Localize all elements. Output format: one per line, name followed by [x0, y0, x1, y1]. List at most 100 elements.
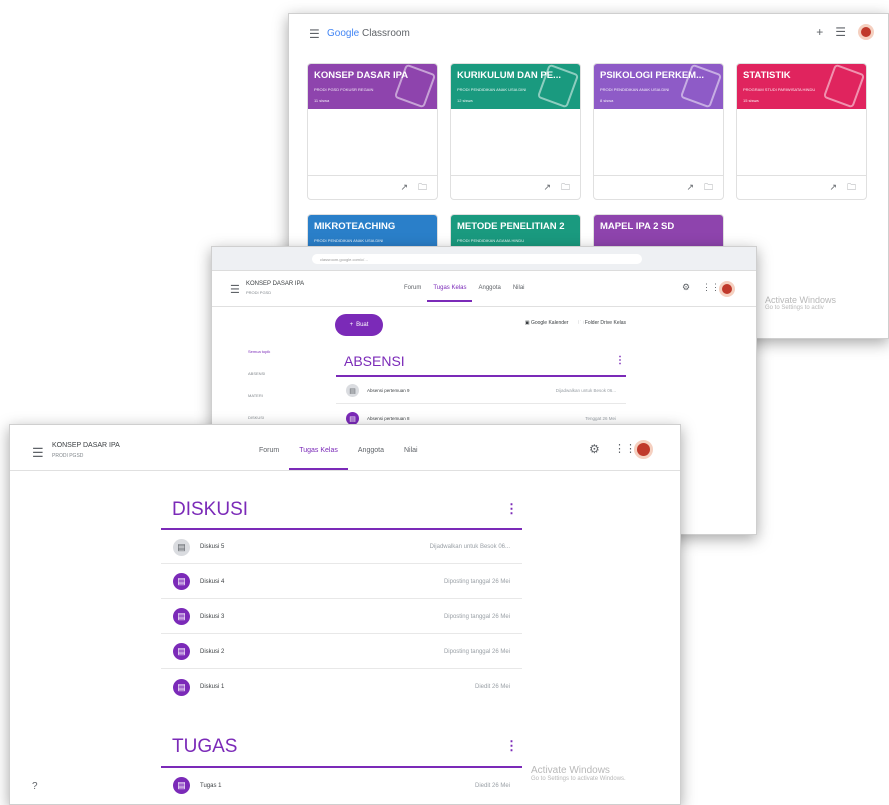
sidebar-item-all-topics[interactable]: Semua topik	[248, 349, 270, 354]
main-menu-icon[interactable]: ☰	[309, 27, 320, 41]
class-tabs: Forum Tugas Kelas Anggota Nilai	[249, 447, 428, 470]
watermark-subtitle: Go to Settings to activate Windows.	[531, 776, 626, 782]
class-header: ☰ KONSEP DASAR IPA PRODI PGSD Forum Tuga…	[212, 271, 756, 307]
google-calendar-link[interactable]: ▣ Google Kalender	[525, 320, 569, 328]
class-card-header: STATISTIK PROGRAM STUDI PARIWISATA HINDU…	[737, 64, 866, 109]
tab-nilai[interactable]: Nilai	[394, 447, 428, 454]
section-divider	[336, 375, 626, 377]
drive-folder-link[interactable]: 🗀 Folder Drive Kelas	[578, 320, 626, 328]
scheduled-post-icon: ▤	[173, 538, 190, 556]
trending-icon[interactable]: ↗	[543, 182, 551, 193]
class-card[interactable]: KURIKULUM DAN PE... PRODI PENDIDIKAN ANA…	[450, 63, 581, 200]
help-icon[interactable]: ?	[32, 781, 38, 792]
class-card-title[interactable]: MIKROTEACHING	[314, 221, 431, 232]
class-title[interactable]: KONSEP DASAR IPA	[246, 281, 304, 287]
top-bar: ☰ Google Classroom + ☰	[289, 14, 888, 54]
class-card[interactable]: KONSEP DASAR IPA PRODI PGSD FOKUSR REGAI…	[307, 63, 438, 200]
brand-classroom: Classroom	[359, 28, 410, 39]
calendar-label: Google Kalender	[530, 320, 569, 326]
class-card[interactable]: PSIKOLOGI PERKEM... PRODI PENDIDIKAN ANA…	[593, 63, 724, 200]
list-item[interactable]: ▤ Diskusi 1 Diedit 26 Mei	[161, 670, 522, 704]
item-label: Diskusi 3	[200, 613, 225, 620]
section-divider	[161, 766, 522, 768]
avatar[interactable]	[634, 440, 653, 459]
class-section: PRODI PGSD	[246, 290, 272, 295]
sidebar-item-diskusi[interactable]: DISKUSI	[248, 415, 264, 420]
class-card-header: PSIKOLOGI PERKEM... PRODI PENDIDIKAN ANA…	[594, 64, 723, 109]
main-menu-icon[interactable]: ☰	[32, 445, 44, 461]
address-bar[interactable]: classroom.google.com/c/…	[312, 254, 642, 264]
class-card[interactable]: STATISTIK PROGRAM STUDI PARIWISATA HINDU…	[736, 63, 867, 200]
class-card-title[interactable]: MAPEL IPA 2 SD	[600, 221, 717, 232]
list-item[interactable]: ▤ Diskusi 3 Diposting tanggal 26 Mei	[161, 600, 522, 634]
trending-icon[interactable]: ↗	[400, 182, 408, 193]
item-label: Tugas 1	[200, 782, 222, 789]
section-divider	[161, 528, 522, 530]
question-icon: ▤	[173, 643, 190, 660]
tab-tugas-kelas[interactable]: Tugas Kelas	[289, 447, 348, 470]
sidebar-item-absensi[interactable]: ABSENSI	[248, 371, 265, 376]
item-label: Diskusi 1	[200, 684, 225, 690]
item-label: Diskusi 5	[200, 544, 225, 550]
tab-nilai[interactable]: Nilai	[507, 285, 531, 291]
add-class-icon[interactable]: +	[816, 25, 823, 39]
list-item[interactable]: ▤ Tugas 1 Diedit 26 Mei	[161, 769, 522, 802]
item-status: Dijadwalkan untuk Besok 06...	[429, 544, 510, 550]
tab-anggota[interactable]: Anggota	[472, 285, 506, 291]
folder-icon[interactable]: 🗀	[561, 180, 570, 196]
settings-icon[interactable]: ⚙	[682, 282, 690, 293]
more-options-icon[interactable]: ⋮	[505, 501, 518, 517]
list-item[interactable]: ▤ Diskusi 5 Dijadwalkan untuk Besok 06..…	[161, 531, 522, 564]
folder-icon[interactable]: 🗀	[847, 180, 856, 196]
avatar[interactable]	[858, 24, 874, 40]
tab-forum[interactable]: Forum	[398, 285, 427, 291]
list-item[interactable]: ▤ Diskusi 4 Diposting tanggal 26 Mei	[161, 565, 522, 599]
item-label: Absensi pertemuan 9	[367, 388, 410, 393]
app-title[interactable]: Google Classroom	[327, 28, 410, 39]
item-status: Diedit 26 Mei	[474, 684, 510, 690]
section-title: ABSENSI	[344, 353, 405, 369]
class-card-subtitle: PRODI PENDIDIKAN AGAMA HINDU	[457, 238, 525, 243]
tab-tugas-kelas[interactable]: Tugas Kelas	[427, 285, 473, 302]
avatar[interactable]	[719, 281, 735, 297]
class-card-subtitle: PRODI PENDIDIKAN ANAK USIA DINI	[314, 238, 384, 243]
item-status: Diposting tanggal 26 Mei	[443, 613, 510, 620]
settings-icon[interactable]: ⚙	[589, 442, 600, 456]
tab-anggota[interactable]: Anggota	[348, 447, 394, 454]
class-card-header: KURIKULUM DAN PE... PRODI PENDIDIKAN ANA…	[451, 64, 580, 109]
class-card-title[interactable]: METODE PENELITIAN 2	[457, 221, 574, 232]
item-label: Diskusi 2	[200, 648, 225, 655]
watermark-title: Activate Windows	[765, 295, 837, 305]
item-status: Diposting tanggal 26 Mei	[443, 578, 510, 585]
more-options-icon[interactable]: ⋮	[615, 355, 625, 366]
apps-icon[interactable]: ⋮⋮	[702, 282, 720, 293]
section-title: DISKUSI	[172, 499, 249, 520]
apps-icon[interactable]: ☰	[835, 25, 846, 39]
item-label: Diskusi 4	[200, 578, 225, 585]
section-title: TUGAS	[172, 736, 238, 757]
class-diskusi-window: ☰ KONSEP DASAR IPA PRODI PGSD Forum Tuga…	[9, 424, 681, 805]
windows-watermark: Activate Windows Go to Settings to activ…	[531, 765, 626, 782]
more-options-icon[interactable]: ⋮	[505, 738, 518, 754]
create-button[interactable]: + Buat	[335, 314, 383, 336]
main-menu-icon[interactable]: ☰	[230, 283, 240, 296]
list-item[interactable]: ▤ Diskusi 2 Diposting tanggal 26 Mei	[161, 635, 522, 669]
question-icon: ▤	[173, 678, 190, 696]
item-status: Tenggat 26 Mei	[585, 416, 616, 421]
question-icon: ▤	[173, 573, 190, 590]
trending-icon[interactable]: ↗	[829, 182, 837, 193]
list-item[interactable]: ▤ Absensi pertemuan 9 Dijadwalkan untuk …	[336, 378, 626, 404]
trending-icon[interactable]: ↗	[686, 182, 694, 193]
folder-icon[interactable]: 🗀	[418, 180, 427, 196]
sidebar-item-materi[interactable]: MATERI	[248, 393, 263, 398]
item-status: Dijadwalkan untuk Besok 06...	[555, 388, 616, 393]
tab-forum[interactable]: Forum	[249, 447, 289, 454]
question-icon: ▤	[173, 608, 190, 625]
brand-google: Google	[327, 28, 360, 39]
scheduled-post-icon: ▤	[346, 384, 359, 397]
windows-watermark: Activate Windows Go to Settings to activ	[765, 295, 836, 311]
folder-icon[interactable]: 🗀	[704, 180, 713, 196]
apps-icon[interactable]: ⋮⋮	[614, 442, 636, 455]
class-card-header: KONSEP DASAR IPA PRODI PGSD FOKUSR REGAI…	[308, 64, 437, 109]
class-title[interactable]: KONSEP DASAR IPA	[52, 442, 120, 449]
